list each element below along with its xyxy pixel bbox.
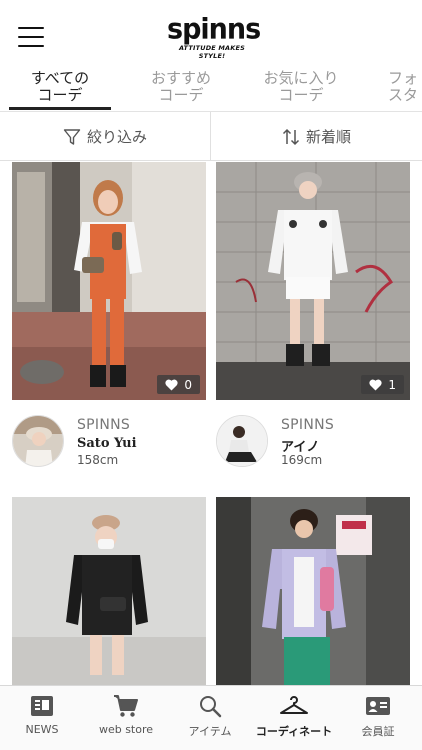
staff-height: 169cm xyxy=(281,453,323,467)
tab-favorites[interactable]: お気に入り コーデ xyxy=(250,69,352,111)
nav-label: web store xyxy=(98,723,154,736)
nav-label: NEWS xyxy=(25,723,59,736)
filter-bar: 絞り込み 新着順 xyxy=(0,112,422,161)
tab-label-line2: コーデ xyxy=(278,86,324,104)
tab-label-line1: おすすめ xyxy=(150,69,211,87)
coordinate-photo[interactable]: 0 xyxy=(12,162,206,400)
tab-follow-staff[interactable]: フォ スタ xyxy=(388,69,422,111)
nav-items[interactable]: アイテム xyxy=(168,694,252,739)
sort-button[interactable]: 新着順 xyxy=(211,112,422,161)
search-icon xyxy=(200,696,222,718)
tab-label-line1: フォ xyxy=(388,69,419,87)
nav-label: コーディネート xyxy=(255,725,333,738)
tab-all-coordinates[interactable]: すべての コーデ xyxy=(9,69,111,111)
hanger-icon xyxy=(280,696,308,714)
filter-funnel-icon xyxy=(63,128,81,145)
like-button[interactable]: 0 xyxy=(157,375,200,394)
nav-label: 会員証 xyxy=(361,725,395,738)
brand-name: SPINNS xyxy=(77,417,131,433)
sort-arrows-icon xyxy=(282,128,300,145)
staff-name: Sato Yui xyxy=(77,436,137,451)
heart-icon xyxy=(165,379,178,390)
news-icon xyxy=(31,696,53,716)
tab-label-line2: コーデ xyxy=(37,86,83,104)
nav-member-card[interactable]: 会員証 xyxy=(336,694,420,739)
tab-label-line2: コーデ xyxy=(158,86,204,104)
tab-recommended[interactable]: おすすめ コーデ xyxy=(130,69,232,111)
logo-text: spinns xyxy=(167,13,261,46)
nav-news[interactable]: NEWS xyxy=(0,694,84,736)
filter-button[interactable]: 絞り込み xyxy=(0,112,211,161)
coordinate-tabs: すべての コーデ おすすめ コーデ お気に入り コーデ フォ スタ xyxy=(0,62,422,112)
coordinate-photo[interactable]: 1 xyxy=(216,162,410,400)
tab-label-line1: すべての xyxy=(30,69,90,87)
sort-label: 新着順 xyxy=(305,128,351,146)
nav-coordinate[interactable]: コーディネート xyxy=(252,694,336,739)
cart-icon xyxy=(114,695,138,717)
filter-label: 絞り込み xyxy=(86,128,147,146)
coordinate-photo[interactable] xyxy=(216,497,410,685)
menu-icon[interactable] xyxy=(18,27,44,47)
like-count: 1 xyxy=(388,377,396,392)
logo-tagline: ATTITUDE MAKES STYLE! xyxy=(178,44,246,60)
like-count: 0 xyxy=(184,377,192,392)
heart-icon xyxy=(369,379,382,390)
spinns-logo[interactable]: spinns ATTITUDE MAKES STYLE! xyxy=(167,13,261,60)
brand-name: SPINNS xyxy=(281,417,335,433)
tab-label-line1: お気に入り xyxy=(263,69,339,87)
bottom-navigation: NEWS web store アイテム コーディネート 会員証 xyxy=(0,685,422,750)
nav-label: アイテム xyxy=(188,725,232,738)
like-button[interactable]: 1 xyxy=(361,375,404,394)
member-card-icon xyxy=(366,697,390,715)
tab-label-line2: スタ xyxy=(388,86,419,104)
staff-profile[interactable]: SPINNS Sato Yui 158cm xyxy=(12,415,212,475)
active-tab-indicator xyxy=(9,107,111,110)
app-header: spinns ATTITUDE MAKES STYLE! xyxy=(0,0,422,62)
staff-profile[interactable]: SPINNS アイノ 169cm xyxy=(216,415,416,475)
coordinate-photo[interactable] xyxy=(12,497,206,685)
staff-height: 158cm xyxy=(77,453,119,467)
nav-web-store[interactable]: web store xyxy=(84,694,168,736)
avatar[interactable] xyxy=(216,415,268,467)
avatar[interactable] xyxy=(12,415,64,467)
